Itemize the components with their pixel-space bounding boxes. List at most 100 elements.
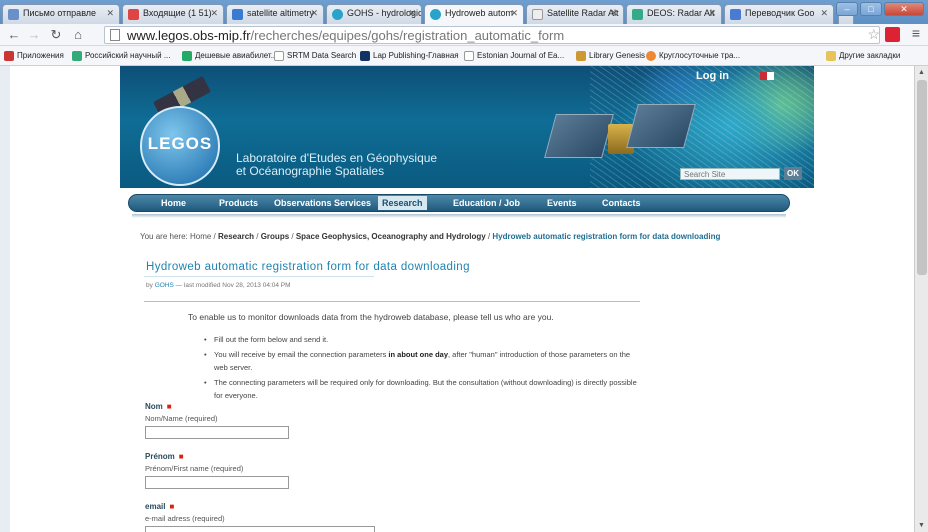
breadcrumb: You are here: Home / Research / Groups /…: [140, 232, 721, 241]
nav-observations-services[interactable]: Observations Services: [270, 196, 375, 210]
browser-tab-6[interactable]: Satellite Radar Alt ✕: [526, 4, 624, 24]
maximize-icon[interactable]: □: [860, 2, 882, 16]
back-arrow-icon[interactable]: ←: [6, 27, 22, 42]
satellite-illustration: [544, 104, 696, 164]
search-ok-button[interactable]: OK: [784, 167, 802, 180]
browser-tab-4[interactable]: GOHS - hydrologic ✕: [326, 4, 422, 24]
home-icon[interactable]: ⌂: [70, 27, 86, 42]
language-flag-icon[interactable]: [760, 72, 774, 80]
nom-field: Nom ■ Nom/Name (required): [145, 402, 289, 439]
author-link[interactable]: GOHS: [155, 282, 174, 289]
bookmark-item[interactable]: Российский научный ...: [72, 51, 171, 61]
search-favicon-icon: [232, 9, 243, 20]
list-item: The connecting parameters will be requir…: [204, 376, 644, 402]
tab-title: DEOS: Radar Alt: [647, 8, 715, 18]
tab-close-icon[interactable]: ✕: [510, 8, 518, 19]
login-link[interactable]: Log in: [696, 70, 729, 82]
site-page: LEGOS Laboratoire d'Etudes en Géophysiqu…: [10, 66, 914, 532]
page-icon: [274, 51, 284, 61]
page-title: Hydroweb automatic registration form for…: [146, 261, 470, 273]
email-field: email ■ e-mail adress (required): [145, 502, 375, 532]
page-icon: [532, 9, 543, 20]
nav-contacts[interactable]: Contacts: [598, 196, 645, 210]
legos-logo[interactable]: LEGOS: [140, 106, 220, 186]
email-label: email: [145, 502, 166, 511]
bookmark-item[interactable]: Lap Publishing-Главная: [360, 51, 459, 61]
globe-icon: [332, 9, 343, 20]
nav-home[interactable]: Home: [157, 196, 190, 210]
apps-grid-icon: [4, 51, 14, 61]
tab-title: Входящие (1 51): [143, 8, 212, 18]
tab-title: Hydroweb autom: [445, 8, 514, 18]
forward-arrow-icon[interactable]: →: [26, 27, 42, 42]
byline: by GOHS — last modified Nov 28, 2013 04:…: [146, 282, 291, 289]
bookmark-item[interactable]: Library Genesis: [576, 51, 645, 61]
nav-education-job[interactable]: Education / Job: [449, 196, 524, 210]
browser-tab-8[interactable]: Переводчик Goo ✕: [724, 4, 834, 24]
minimize-icon[interactable]: –: [836, 2, 858, 16]
address-bar[interactable]: www.legos.obs-mip.fr/recherches/equipes/…: [104, 26, 880, 44]
browser-tab-5-active[interactable]: Hydroweb autom ✕: [424, 4, 524, 25]
list-item: You will receive by email the connection…: [204, 348, 644, 374]
site-header-banner: LEGOS Laboratoire d'Etudes en Géophysiqu…: [120, 66, 814, 188]
breadcrumb-current: Hydroweb automatic registration form for…: [492, 232, 721, 241]
browser-tab-2[interactable]: Входящие (1 51) ✕: [122, 4, 224, 24]
extension-icon[interactable]: [885, 27, 900, 42]
deos-icon: [632, 9, 643, 20]
menu-icon[interactable]: ≡: [912, 25, 920, 41]
scroll-thumb[interactable]: [917, 80, 927, 275]
nav-events[interactable]: Events: [543, 196, 581, 210]
main-nav: Home Products Observations Services Rese…: [128, 194, 790, 212]
email-input[interactable]: [145, 526, 375, 532]
browser-tab-3[interactable]: satellite altimetry ✕: [226, 4, 324, 24]
breadcrumb-group[interactable]: Space Geophysics, Oceanography and Hydro…: [296, 232, 486, 241]
scroll-down-icon[interactable]: ▼: [918, 522, 925, 529]
window-close-icon[interactable]: ✕: [884, 2, 924, 16]
prenom-label: Prénom: [145, 452, 175, 461]
tab-close-icon[interactable]: ✕: [106, 8, 114, 19]
required-marker-icon: ■: [166, 402, 172, 411]
gmail-icon: [128, 9, 139, 20]
intro-text: To enable us to monitor downloads data f…: [188, 312, 554, 322]
bookmark-star-icon[interactable]: ☆: [867, 26, 880, 43]
tab-title: Переводчик Goo: [745, 8, 815, 18]
bookmark-favicon-icon: [646, 51, 656, 61]
tab-title: Satellite Radar Alt: [547, 8, 619, 18]
reload-icon[interactable]: ↻: [48, 27, 64, 43]
bookmark-item[interactable]: Круглосуточные тра...: [646, 51, 740, 61]
tab-close-icon[interactable]: ✕: [820, 8, 828, 19]
scroll-up-icon[interactable]: ▲: [918, 69, 925, 76]
tab-close-icon[interactable]: ✕: [408, 8, 416, 19]
required-marker-icon: ■: [178, 452, 184, 461]
nav-products[interactable]: Products: [215, 196, 262, 210]
prenom-field: Prénom ■ Prénom/First name (required): [145, 452, 289, 489]
tab-close-icon[interactable]: ✕: [708, 8, 716, 19]
other-bookmarks[interactable]: Другие закладки: [826, 51, 900, 61]
bookmarks-bar: Приложения Российский научный ... Дешевы…: [0, 46, 928, 66]
bookmark-apps[interactable]: Приложения: [4, 51, 64, 61]
bookmark-item[interactable]: Дешевые авиабилет...: [182, 51, 277, 61]
site-search-input[interactable]: [680, 168, 780, 180]
browser-tab-1[interactable]: Письмо отправле ✕: [2, 4, 120, 24]
browser-tab-7[interactable]: DEOS: Radar Alt ✕: [626, 4, 722, 24]
page-scrollbar[interactable]: ▲ ▼: [914, 66, 928, 532]
breadcrumb-groups[interactable]: Groups: [261, 232, 289, 241]
tab-close-icon[interactable]: ✕: [210, 8, 218, 19]
bookmark-favicon-icon: [360, 51, 370, 61]
browser-toolbar: ← → ↻ ⌂ www.legos.obs-mip.fr/recherches/…: [0, 24, 928, 46]
prenom-hint: Prénom/First name (required): [145, 464, 244, 473]
bookmark-favicon-icon: [182, 51, 192, 61]
breadcrumb-home[interactable]: Home: [190, 232, 211, 241]
required-marker-icon: ■: [169, 502, 175, 511]
tab-title: satellite altimetry: [247, 8, 315, 18]
bookmark-item[interactable]: Estonian Journal of Ea...: [464, 51, 564, 61]
prenom-input[interactable]: [145, 476, 289, 489]
bookmark-item[interactable]: SRTM Data Search: [274, 51, 356, 61]
nom-input[interactable]: [145, 426, 289, 439]
tab-close-icon[interactable]: ✕: [310, 8, 318, 19]
tab-close-icon[interactable]: ✕: [610, 8, 618, 19]
breadcrumb-research[interactable]: Research: [218, 232, 254, 241]
nav-research[interactable]: Research: [378, 196, 427, 210]
divider: [144, 301, 640, 302]
tab-title: Письмо отправле: [23, 8, 97, 18]
